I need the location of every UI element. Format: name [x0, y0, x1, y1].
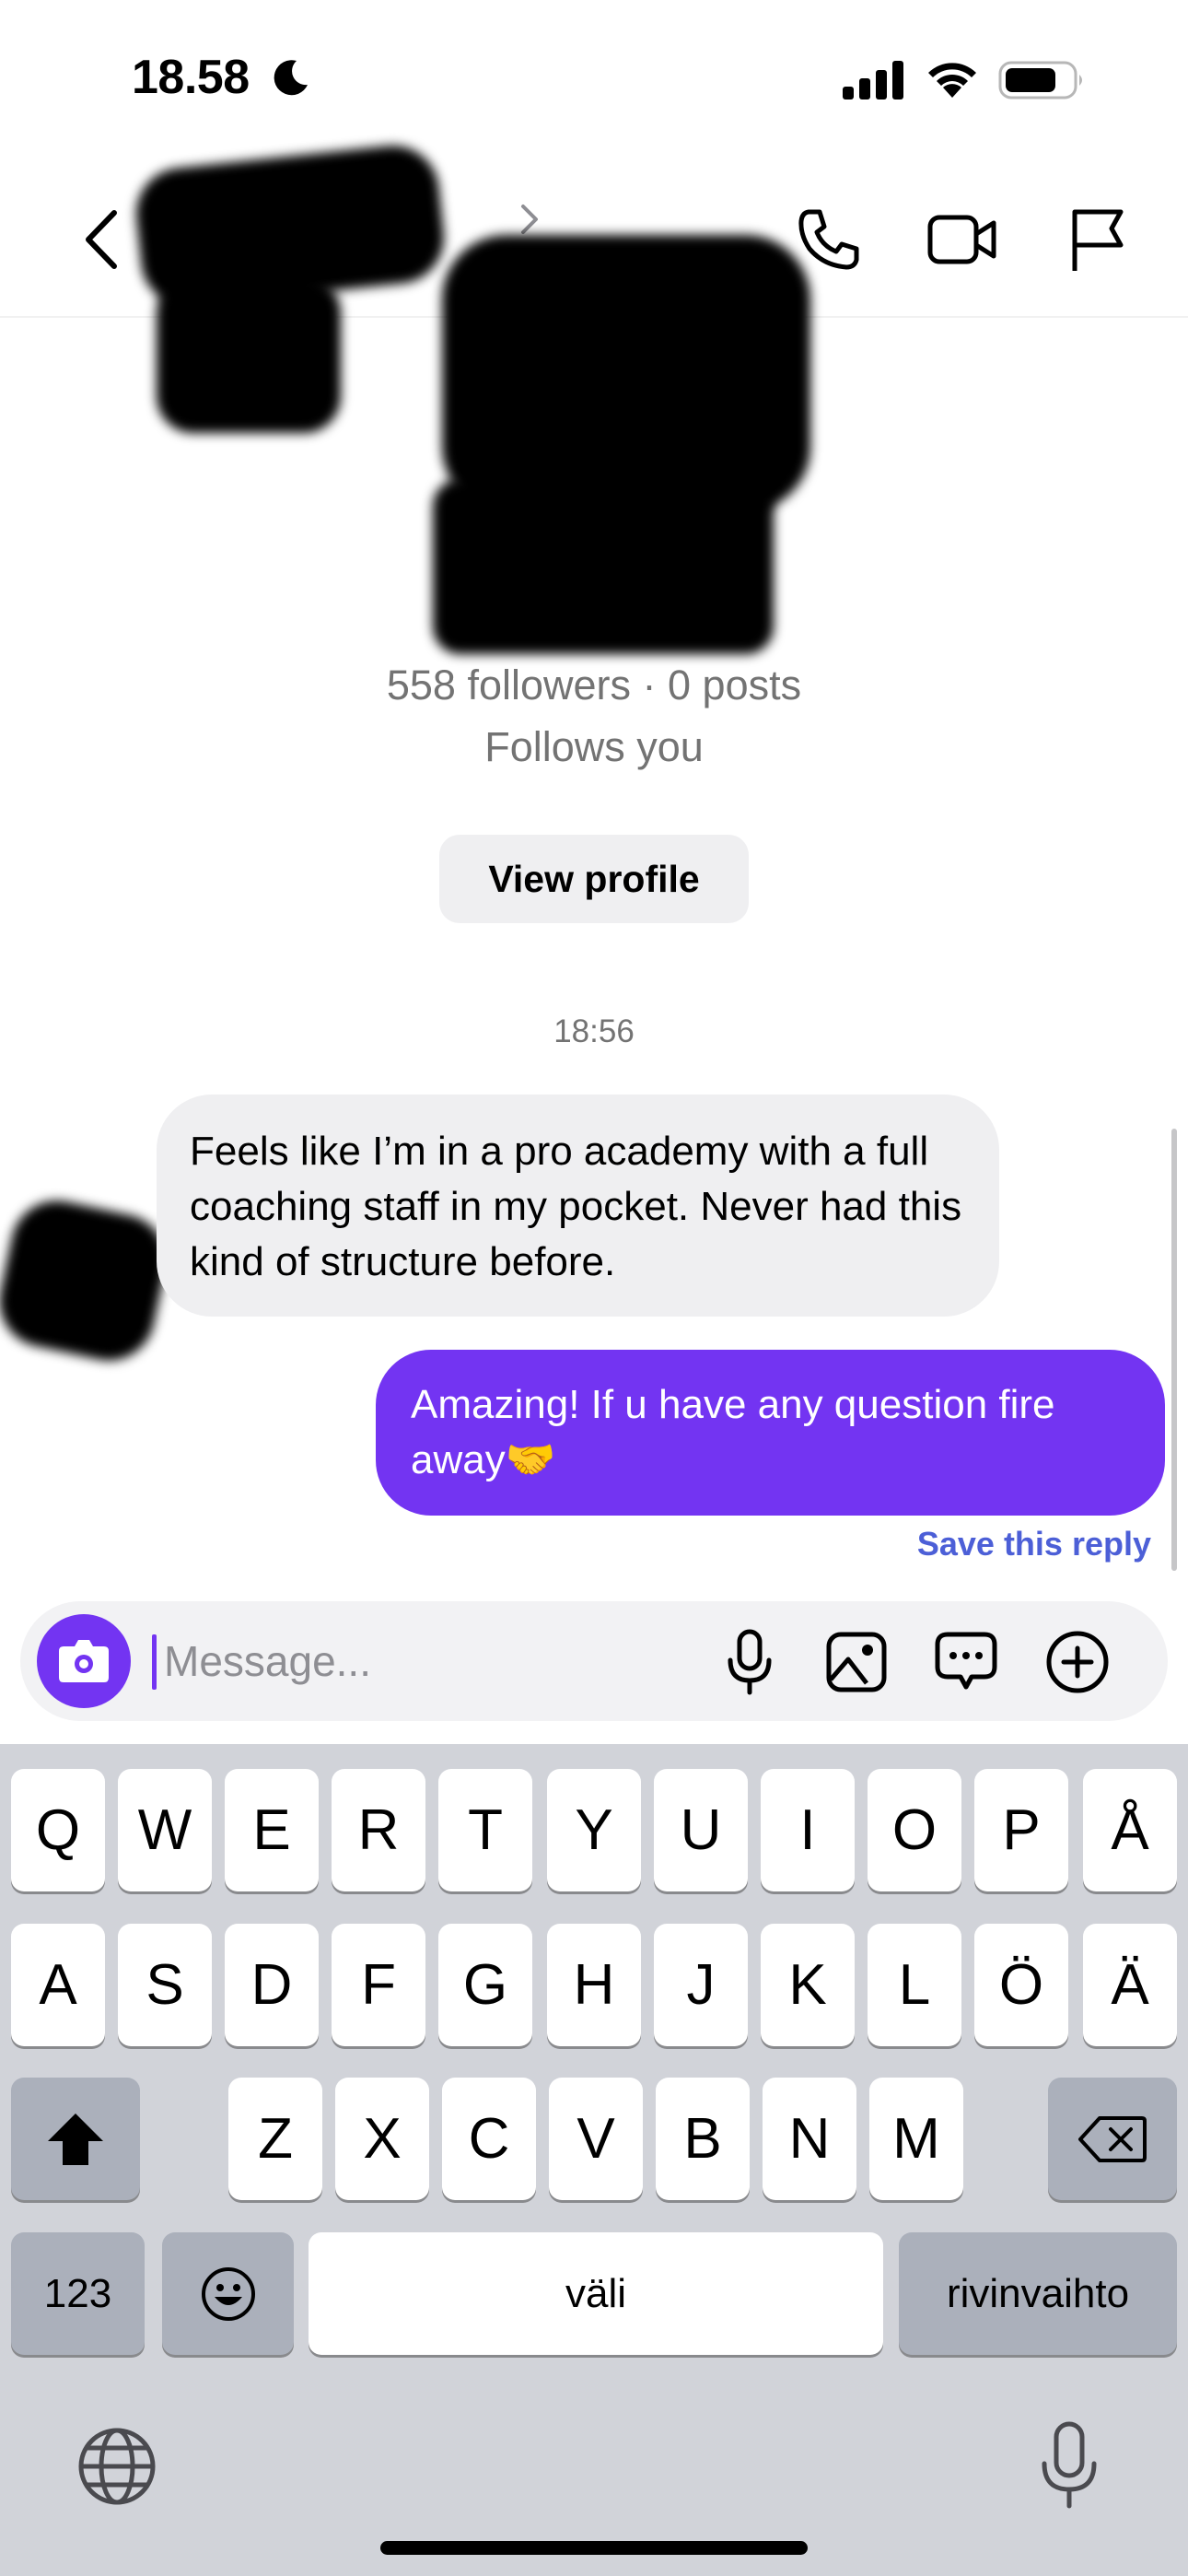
- key-c[interactable]: C: [442, 2078, 536, 2200]
- key-i[interactable]: I: [761, 1769, 855, 1891]
- key-t[interactable]: T: [438, 1769, 532, 1891]
- status-time: 18.58: [132, 51, 250, 104]
- key-p[interactable]: P: [974, 1769, 1068, 1891]
- shift-key[interactable]: [11, 2078, 140, 2200]
- battery-icon: [998, 61, 1082, 100]
- key-r[interactable]: R: [332, 1769, 425, 1891]
- key-m[interactable]: M: [869, 2078, 963, 2200]
- gallery-button[interactable]: [821, 1627, 891, 1697]
- key-g[interactable]: G: [438, 1924, 532, 2046]
- key-o[interactable]: O: [868, 1769, 961, 1891]
- key-a[interactable]: A: [11, 1924, 105, 2046]
- key-k[interactable]: K: [761, 1924, 855, 2046]
- moon-icon: [274, 60, 308, 96]
- key-v[interactable]: V: [549, 2078, 643, 2200]
- emoji-key[interactable]: [162, 2232, 294, 2355]
- sticker-icon: [935, 1632, 997, 1690]
- plus-icon: [1046, 1631, 1109, 1693]
- key-y[interactable]: Y: [547, 1769, 641, 1891]
- home-indicator[interactable]: [380, 2541, 808, 2555]
- gallery-icon: [826, 1632, 887, 1692]
- key-l[interactable]: L: [868, 1924, 961, 2046]
- backspace-key[interactable]: [1048, 2078, 1177, 2200]
- key-q[interactable]: Q: [11, 1769, 105, 1891]
- message-composer: [20, 1601, 1168, 1721]
- phone-icon: [798, 209, 859, 270]
- dictation-mic-icon[interactable]: [1039, 2421, 1100, 2510]
- report-button[interactable]: [1061, 203, 1135, 276]
- key-z[interactable]: Z: [228, 2078, 322, 2200]
- key-u[interactable]: U: [654, 1769, 748, 1891]
- microphone-icon: [728, 1629, 772, 1695]
- outgoing-message[interactable]: Amazing! If u have any question fire awa…: [376, 1350, 1165, 1516]
- redacted-area: [157, 276, 341, 433]
- shift-arrow-icon: [48, 2113, 103, 2165]
- voice-message-button[interactable]: [715, 1627, 785, 1697]
- status-bar: 18.58: [0, 0, 1188, 157]
- key-f[interactable]: F: [332, 1924, 425, 2046]
- camera-button[interactable]: [37, 1614, 131, 1708]
- back-button[interactable]: [64, 203, 138, 276]
- key-a-ring[interactable]: Å: [1083, 1769, 1177, 1891]
- key-j[interactable]: J: [654, 1924, 748, 2046]
- backspace-icon: [1078, 2115, 1147, 2162]
- message-timestamp: 18:56: [553, 1013, 635, 1049]
- video-camera-icon: [927, 215, 996, 264]
- back-chevron-icon: [86, 210, 117, 269]
- key-w[interactable]: W: [118, 1769, 212, 1891]
- space-key[interactable]: väli: [309, 2232, 883, 2355]
- audio-call-button[interactable]: [792, 203, 866, 276]
- redacted-area: [0, 1192, 175, 1369]
- profile-stats: 558 followers · 0 posts: [386, 662, 802, 708]
- key-o-umlaut[interactable]: Ö: [974, 1924, 1068, 2046]
- key-n[interactable]: N: [763, 2078, 856, 2200]
- redacted-area: [442, 235, 810, 511]
- key-b[interactable]: B: [656, 2078, 750, 2200]
- message-input[interactable]: [153, 1624, 705, 1698]
- more-options-button[interactable]: [1042, 1627, 1112, 1697]
- wifi-icon: [928, 63, 976, 98]
- key-a-umlaut[interactable]: Ä: [1083, 1924, 1177, 2046]
- key-x[interactable]: X: [335, 2078, 429, 2200]
- globe-icon[interactable]: [76, 2425, 158, 2508]
- key-h[interactable]: H: [547, 1924, 641, 2046]
- return-key[interactable]: rivinvaihto: [899, 2232, 1177, 2355]
- scrollbar[interactable]: [1171, 1129, 1177, 1571]
- name-chevron-icon[interactable]: [516, 201, 543, 238]
- video-call-button[interactable]: [926, 203, 999, 276]
- view-profile-button[interactable]: View profile: [439, 835, 749, 923]
- flag-icon: [1072, 209, 1124, 271]
- save-reply-link[interactable]: Save this reply: [917, 1525, 1151, 1563]
- signal-icon: [843, 61, 903, 100]
- redacted-area: [433, 479, 774, 654]
- key-e[interactable]: E: [225, 1769, 319, 1891]
- incoming-message[interactable]: Feels like I’m in a pro academy with a f…: [157, 1095, 999, 1317]
- key-d[interactable]: D: [225, 1924, 319, 2046]
- follows-you-label: Follows you: [484, 723, 704, 770]
- emoji-icon: [201, 2266, 255, 2321]
- numbers-key[interactable]: 123: [11, 2232, 145, 2355]
- key-s[interactable]: S: [118, 1924, 212, 2046]
- camera-icon: [59, 1640, 109, 1682]
- sticker-button[interactable]: [931, 1627, 1001, 1697]
